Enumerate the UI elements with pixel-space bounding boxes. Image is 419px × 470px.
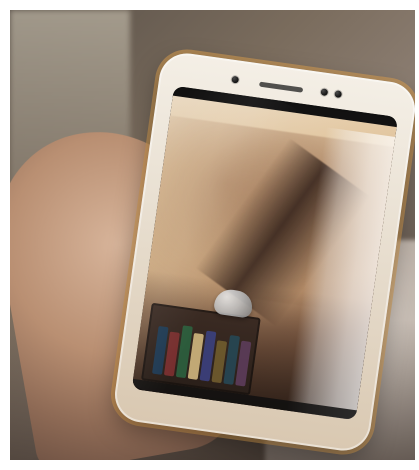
smartphone xyxy=(111,49,415,455)
camera-icon xyxy=(334,90,343,99)
screen-photo xyxy=(131,95,399,421)
camera-icon xyxy=(320,88,329,97)
camera-icon xyxy=(231,75,240,84)
photo-frame xyxy=(0,0,419,470)
photo xyxy=(10,10,415,460)
speaker-grille-icon xyxy=(258,81,304,93)
phone-screen xyxy=(131,85,399,421)
